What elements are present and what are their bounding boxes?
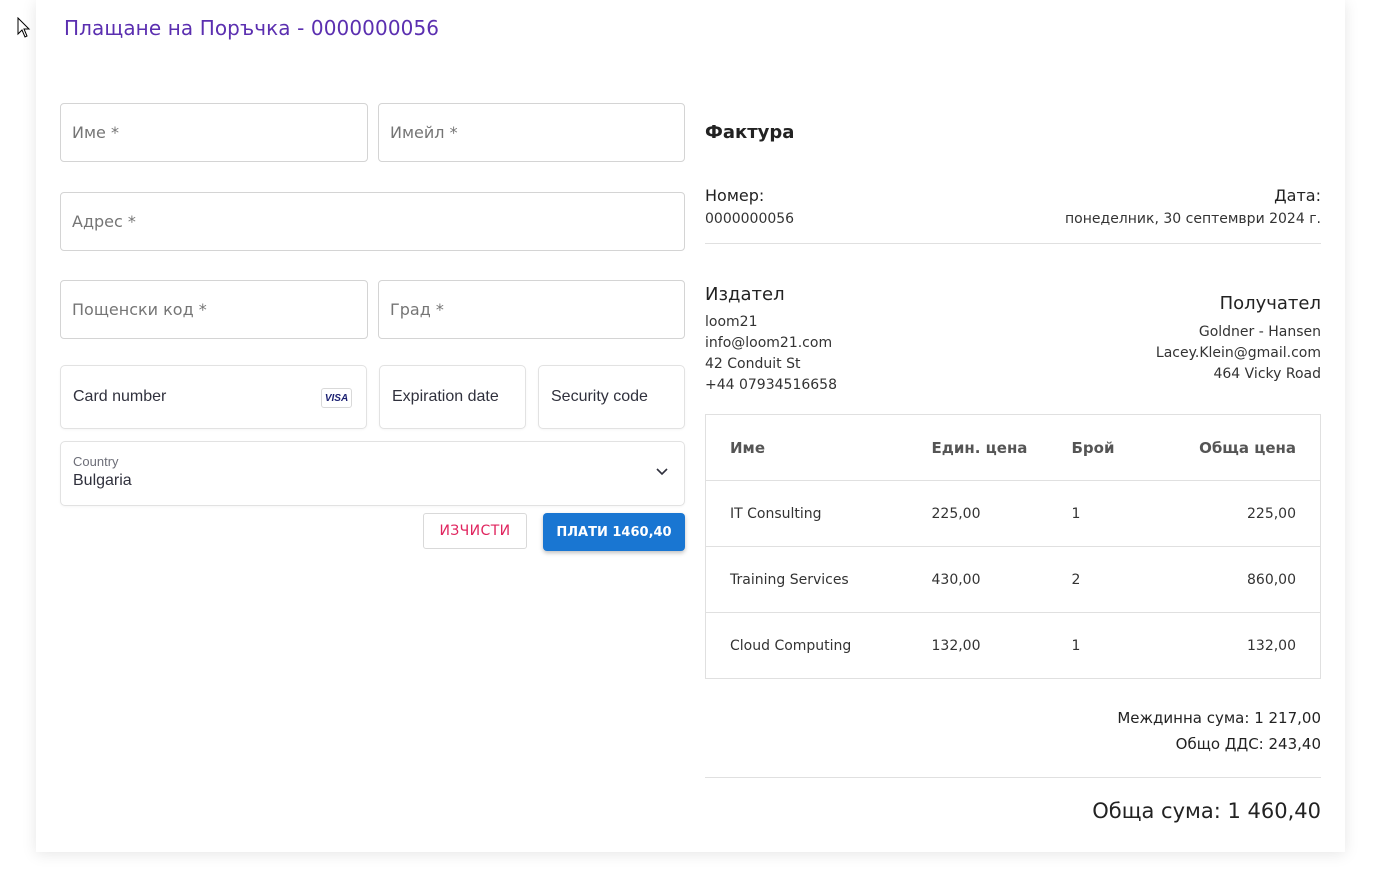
column-header-name: Име: [705, 414, 908, 481]
divider: [705, 777, 1321, 778]
item-name: IT Consulting: [705, 480, 908, 547]
country-label: Country: [73, 454, 119, 469]
expiration-placeholder: Expiration date: [392, 388, 499, 405]
column-header-unit-price: Един. цена: [907, 414, 1048, 481]
issuer-phone: +44 07934516658: [705, 377, 837, 393]
issuer-email: info@loom21.com: [705, 335, 833, 351]
invoice-date-value: понеделник, 30 септември 2024 г.: [1065, 211, 1321, 227]
zip-placeholder: Пощенски код *: [72, 300, 207, 319]
security-code-field[interactable]: Security code: [538, 365, 685, 429]
invoice-number-label: Номер:: [705, 186, 765, 205]
chevron-down-icon: [656, 468, 668, 476]
city-placeholder: Град *: [390, 300, 444, 319]
recipient-email: Lacey.Klein@gmail.com: [1155, 345, 1321, 361]
address-placeholder: Адрес *: [72, 212, 136, 231]
table-row: Cloud Computing 132,00 1 132,00: [706, 613, 1321, 679]
invoice-date-label: Дата:: [1274, 186, 1321, 205]
column-header-total: Обща цена: [1137, 414, 1321, 481]
issuer-address: 42 Conduit St: [705, 356, 801, 372]
invoice-items-table: Име Един. цена Брой Обща цена IT Consult…: [705, 414, 1321, 679]
email-placeholder: Имейл *: [390, 123, 458, 142]
recipient-title: Получател: [1219, 293, 1321, 314]
visa-card-icon: VISA: [321, 388, 352, 408]
card-number-field[interactable]: Card number VISA: [60, 365, 367, 429]
email-field[interactable]: Имейл *: [378, 103, 685, 162]
column-header-quantity: Брой: [1047, 414, 1138, 481]
issuer-title: Издател: [705, 284, 785, 305]
page-title: Плащане на Поръчка - 0000000056: [64, 16, 440, 40]
card-number-placeholder: Card number: [73, 388, 167, 405]
item-total: 132,00: [1247, 637, 1296, 654]
zip-field[interactable]: Пощенски код *: [60, 280, 368, 339]
item-name: Cloud Computing: [730, 637, 852, 654]
divider: [705, 243, 1321, 244]
item-total: 225,00: [1137, 480, 1321, 547]
subtotal: Междинна сума: 1 217,00: [1117, 709, 1321, 727]
grand-total: Обща сума: 1 460,40: [1092, 799, 1321, 823]
recipient-address: 464 Vicky Road: [1213, 366, 1321, 382]
item-quantity: 2: [1047, 546, 1138, 613]
name-field[interactable]: Име *: [60, 103, 368, 162]
item-name: Training Services: [705, 546, 908, 613]
table-header-row: Име Един. цена Брой Обща цена: [705, 414, 1321, 481]
country-select[interactable]: Country Bulgaria: [60, 441, 685, 506]
city-field[interactable]: Град *: [378, 280, 685, 339]
item-unit-price: 225,00: [907, 480, 1048, 547]
recipient-company: Goldner - Hansen: [1198, 324, 1321, 340]
vat-total: Общо ДДС: 243,40: [1175, 735, 1321, 753]
table-row: IT Consulting 225,00 1 225,00: [705, 480, 1321, 547]
issuer-company: loom21: [705, 314, 758, 330]
country-value: Bulgaria: [73, 472, 132, 489]
item-quantity: 1: [1047, 480, 1138, 547]
clear-button[interactable]: ИЗЧИСТИ: [423, 513, 527, 549]
item-unit-price: 430,00: [907, 546, 1048, 613]
table-row: Training Services 430,00 2 860,00: [705, 546, 1321, 613]
address-field[interactable]: Адрес *: [60, 192, 685, 251]
item-unit-price: 132,00: [931, 637, 981, 654]
mouse-cursor-icon: [17, 17, 31, 38]
item-total: 860,00: [1137, 546, 1321, 613]
invoice-title: Фактура: [705, 122, 795, 143]
expiration-date-field[interactable]: Expiration date: [379, 365, 526, 429]
name-placeholder: Име *: [72, 123, 119, 142]
item-quantity: 1: [1071, 637, 1081, 654]
pay-button[interactable]: ПЛАТИ 1460,40: [543, 513, 685, 551]
security-code-placeholder: Security code: [551, 388, 648, 405]
invoice-number-value: 0000000056: [705, 211, 795, 227]
